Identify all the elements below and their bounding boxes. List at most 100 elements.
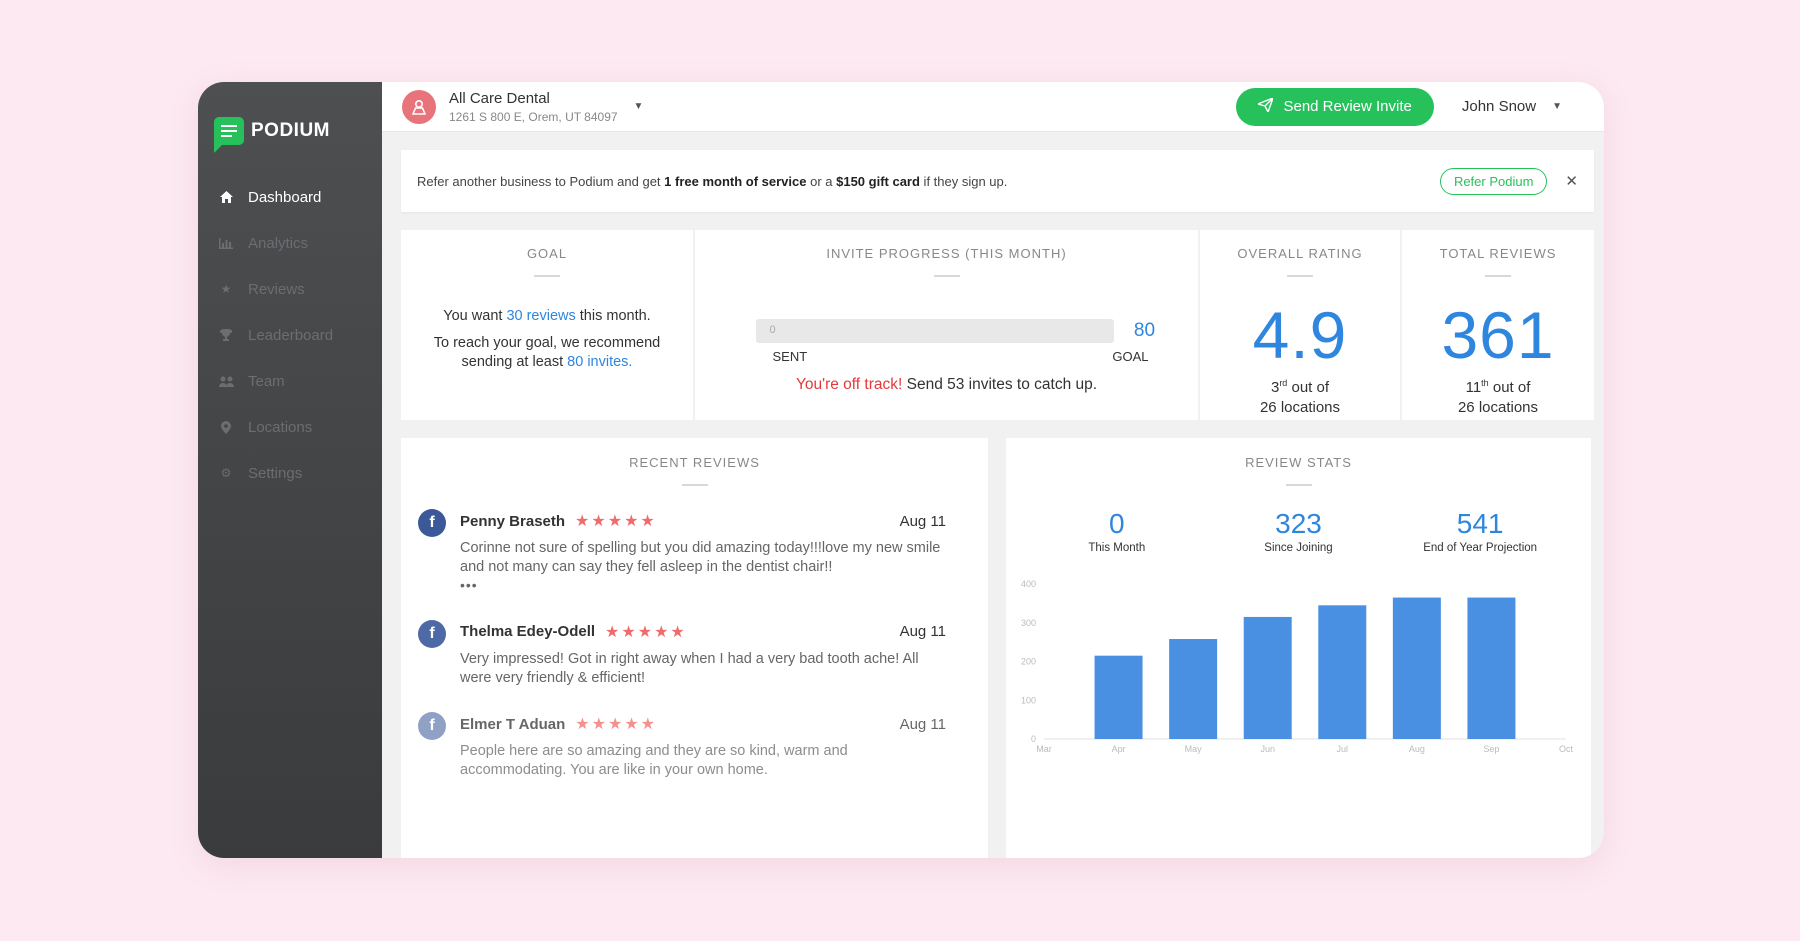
chart-bar-jun: [1243, 616, 1292, 739]
facebook-icon: f: [418, 619, 446, 648]
y-tick-label: 400: [1021, 579, 1036, 589]
chart-bar-aug: [1392, 597, 1441, 739]
paper-plane-icon: [1257, 97, 1275, 115]
facebook-icon: f: [418, 509, 446, 537]
bottom-row: RECENT REVIEWS f Penny Braseth ★★★★★ Aug…: [401, 438, 1594, 858]
sidebar-item-reviews[interactable]: ★ Reviews: [198, 266, 382, 312]
user-menu[interactable]: John Snow ▼: [1462, 98, 1562, 115]
divider: [933, 275, 960, 277]
goal-label: GOAL: [1112, 349, 1149, 364]
location-address: 1261 S 800 E, Orem, UT 84097: [449, 109, 618, 124]
x-tick-label: May: [1185, 744, 1203, 754]
total-reviews-card: TOTAL REVIEWS 361 11th out of 26 locatio…: [1402, 230, 1594, 420]
reviewer-name: Penny Braseth: [460, 512, 566, 530]
goal-text: You want 30 reviews this month. To reach…: [433, 308, 661, 370]
off-track-message: You're off track! Send 53 invites to cat…: [795, 376, 1098, 393]
invite-progress: 0 80: [695, 319, 1198, 343]
sidebar: PODIUM Dashboard Analytics ★ Reviews Lea…: [198, 82, 382, 858]
stat-since-joining: 323 Since Joining: [1264, 508, 1333, 554]
sidebar-nav: Dashboard Analytics ★ Reviews Leaderboar…: [198, 174, 382, 496]
review-date: Aug 11: [899, 623, 946, 641]
stat-end-of-year-projection: 541 End of Year Projection: [1423, 508, 1538, 554]
sidebar-item-analytics[interactable]: Analytics: [198, 220, 382, 266]
podium-logo-icon: [214, 117, 244, 153]
review-item[interactable]: f Elmer T Aduan ★★★★★ Aug 11 People here…: [401, 709, 988, 780]
panel-title: REVIEW STATS: [1245, 455, 1352, 470]
referral-text: Refer another business to Podium and get…: [417, 173, 1008, 189]
location-name: All Care Dental: [449, 89, 550, 107]
sent-label: SENT: [772, 349, 808, 364]
review-item[interactable]: f Penny Braseth ★★★★★ Aug 11 Corinne not…: [401, 506, 988, 593]
facebook-icon: f: [418, 712, 446, 741]
logo[interactable]: PODIUM: [198, 82, 382, 162]
chart-bar-sep: [1467, 597, 1516, 739]
more-icon[interactable]: •••: [460, 577, 946, 593]
reviewer-name: Elmer T Aduan: [460, 715, 566, 733]
sidebar-item-team[interactable]: Team: [198, 358, 382, 404]
review-text: Very impressed! Got in right away when I…: [460, 650, 919, 686]
panel-title: RECENT REVIEWS: [629, 455, 760, 470]
sidebar-item-label: Team: [248, 372, 285, 390]
location-selector[interactable]: All Care Dental 1261 S 800 E, Orem, UT 8…: [449, 90, 643, 124]
invite-progress-card: INVITE PROGRESS (THIS MONTH) 0 80 SENT G…: [695, 230, 1198, 420]
sidebar-item-label: Analytics: [248, 234, 309, 252]
review-item[interactable]: f Thelma Edey-Odell ★★★★★ Aug 11 Very im…: [401, 617, 988, 688]
y-tick-label: 100: [1021, 695, 1036, 705]
gear-icon: ⚙: [220, 466, 232, 480]
location-pin-icon: [218, 420, 234, 434]
sidebar-item-leaderboard[interactable]: Leaderboard: [198, 312, 382, 358]
stats-row: GOAL You want 30 reviews this month. To …: [401, 230, 1594, 420]
sidebar-item-dashboard[interactable]: Dashboard: [198, 174, 382, 220]
review-text: Corinne not sure of spelling but you did…: [460, 540, 941, 575]
divider: [1285, 484, 1312, 486]
y-tick-label: 0: [1031, 734, 1036, 744]
user-name: John Snow: [1461, 98, 1537, 115]
send-review-invite-label: Send Review Invite: [1283, 98, 1412, 115]
review-date: Aug 11: [899, 512, 946, 530]
sidebar-item-settings[interactable]: ⚙ Settings: [198, 450, 382, 496]
goal-count: 80: [1133, 320, 1156, 341]
card-title: TOTAL REVIEWS: [1439, 246, 1557, 261]
review-stats-panel: REVIEW STATS 0 This Month 323 Since Join…: [1006, 438, 1591, 858]
x-tick-label: Jun: [1260, 744, 1275, 754]
close-icon[interactable]: ✕: [1565, 172, 1578, 190]
card-title: GOAL: [526, 246, 568, 261]
rating-rank: 3rd out of 26 locations: [1259, 378, 1341, 416]
app-window: PODIUM Dashboard Analytics ★ Reviews Lea…: [198, 82, 1604, 858]
rating-stars-icon: ★★★★★: [605, 623, 687, 641]
dashboard-content: Refer another business to Podium and get…: [382, 132, 1604, 858]
reviewer-name: Thelma Edey-Odell: [460, 623, 596, 641]
sidebar-item-locations[interactable]: Locations: [198, 404, 382, 450]
divider: [1287, 275, 1313, 277]
sent-count: 0: [769, 324, 776, 336]
sidebar-item-label: Reviews: [248, 280, 305, 298]
progress-bar: 0: [755, 319, 1114, 343]
x-tick-label: Sep: [1483, 744, 1499, 754]
location-avatar-icon: [402, 89, 436, 124]
refer-podium-button[interactable]: Refer Podium: [1439, 167, 1548, 195]
top-bar: All Care Dental 1261 S 800 E, Orem, UT 8…: [382, 82, 1604, 132]
divider: [534, 275, 560, 277]
reviews-rank: 11th out of 26 locations: [1457, 378, 1539, 416]
x-tick-label: Mar: [1036, 744, 1052, 754]
x-tick-label: Oct: [1559, 744, 1574, 754]
recent-reviews-panel: RECENT REVIEWS f Penny Braseth ★★★★★ Aug…: [401, 438, 988, 858]
x-tick-label: Apr: [1112, 744, 1126, 754]
chart-bar-apr: [1094, 655, 1143, 739]
bar-chart-icon: [218, 237, 234, 249]
card-title: OVERALL RATING: [1237, 246, 1363, 261]
chart-bar-jul: [1318, 605, 1367, 739]
divider: [1485, 275, 1511, 277]
sidebar-item-label: Locations: [248, 418, 313, 436]
chevron-down-icon: ▼: [1552, 101, 1562, 112]
x-tick-label: Jul: [1337, 744, 1349, 754]
chevron-down-icon: ▼: [633, 101, 644, 112]
total-reviews-value: 361: [1441, 298, 1555, 372]
sidebar-item-label: Leaderboard: [248, 326, 334, 344]
review-date: Aug 11: [899, 715, 946, 733]
referral-banner: Refer another business to Podium and get…: [401, 150, 1594, 212]
trophy-icon: [218, 329, 234, 341]
send-review-invite-button[interactable]: Send Review Invite: [1236, 87, 1434, 126]
sidebar-item-label: Settings: [248, 464, 303, 482]
review-stats-bar-chart: 0 100 200 300 400 Mar Apr May Jun Jul Aug Sep Oct: [1021, 579, 1574, 754]
